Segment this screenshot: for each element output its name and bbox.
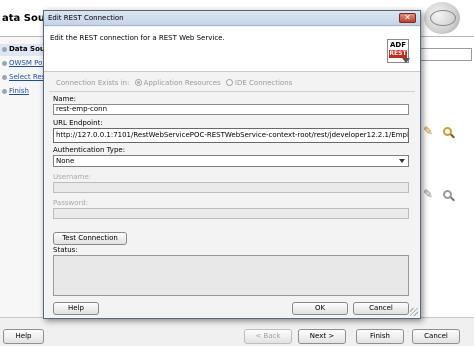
password-label: Password: <box>53 199 89 207</box>
step-icon <box>2 61 7 66</box>
dialog-title: Edit REST Connection <box>48 14 124 22</box>
wizard-back-button[interactable]: < Back <box>244 329 292 344</box>
status-box <box>53 255 409 296</box>
name-label: Name: <box>53 95 77 103</box>
nav-item-label: Finish <box>9 87 29 95</box>
dialog-help-button[interactable]: Help <box>53 302 99 315</box>
status-label: Status: <box>53 246 78 254</box>
arrow-down-icon <box>402 58 410 63</box>
edit-pencil-icon[interactable]: ✎ <box>423 124 433 138</box>
username-label: Username: <box>53 173 92 181</box>
dialog-titlebar[interactable]: Edit REST Connection ✕ <box>44 11 420 26</box>
authentication-type-select[interactable]: None <box>53 155 409 167</box>
wizard-cancel-button[interactable]: Cancel <box>412 329 460 344</box>
nav-item-label: Data Sou <box>9 45 44 53</box>
radio-application-resources <box>134 79 142 86</box>
test-connection-button[interactable]: Test Connection <box>53 232 127 245</box>
adf-rest-logo-icon: ADF REST <box>387 39 410 63</box>
authentication-type-label: Authentication Type: <box>53 146 126 154</box>
nav-item-finish[interactable]: Finish <box>0 86 44 98</box>
close-icon[interactable]: ✕ <box>399 13 416 23</box>
nav-item-select-resource[interactable]: Select Res <box>0 72 44 84</box>
dialog-description: Edit the REST connection for a REST Web … <box>50 34 225 42</box>
authentication-type-value: None <box>56 157 75 165</box>
nav-item-data-source[interactable]: Data Sou <box>0 44 44 56</box>
radio-label: IDE Connections <box>234 79 293 87</box>
logo-line-1: ADF <box>390 41 407 49</box>
nav-item-label: Select Res <box>9 73 44 81</box>
password-field[interactable] <box>53 208 409 219</box>
edit-rest-connection-dialog: Edit REST Connection ✕ Edit the REST con… <box>43 10 421 319</box>
wizard-text-field[interactable] <box>412 48 472 61</box>
search-icon[interactable] <box>443 190 452 199</box>
connection-location-group: Connection Exists in: Application Resour… <box>56 79 292 87</box>
radio-label: Application Resources <box>143 79 221 87</box>
nav-item-owsm-policy[interactable]: OWSM Poli <box>0 58 44 70</box>
wizard-help-button[interactable]: Help <box>3 329 44 344</box>
wizard-next-button[interactable]: Next > <box>298 329 346 344</box>
globe-icon <box>424 2 460 34</box>
nav-item-label: OWSM Poli <box>9 59 44 67</box>
url-endpoint-field[interactable]: http://127.0.0.1:7101/RestWebServicePOC-… <box>53 128 409 143</box>
wizard-finish-button[interactable]: Finish <box>356 329 404 344</box>
connection-exists-label: Connection Exists in: <box>56 79 130 87</box>
dialog-cancel-button[interactable]: Cancel <box>353 302 409 315</box>
resize-grip-icon[interactable] <box>410 308 418 316</box>
ok-button[interactable]: OK <box>292 302 348 315</box>
url-endpoint-label: URL Endpoint: <box>53 119 103 127</box>
chevron-down-icon <box>399 159 405 163</box>
logo-line-2: REST <box>389 50 407 58</box>
wizard-nav: Data Sou OWSM Poli Select Res Finish <box>0 37 44 317</box>
dialog-banner: Edit the REST connection for a REST Web … <box>44 27 420 72</box>
step-icon <box>2 89 7 94</box>
username-field[interactable] <box>53 182 409 193</box>
edit-pencil-icon[interactable]: ✎ <box>423 187 433 201</box>
url-endpoint-value: http://127.0.0.1:7101/RestWebServicePOC-… <box>56 131 409 139</box>
step-icon <box>2 47 7 52</box>
divider <box>49 91 415 92</box>
radio-ide-connections <box>225 79 233 86</box>
search-icon[interactable] <box>443 127 452 136</box>
name-field[interactable]: rest-emp-conn <box>53 104 409 115</box>
step-icon <box>2 75 7 80</box>
